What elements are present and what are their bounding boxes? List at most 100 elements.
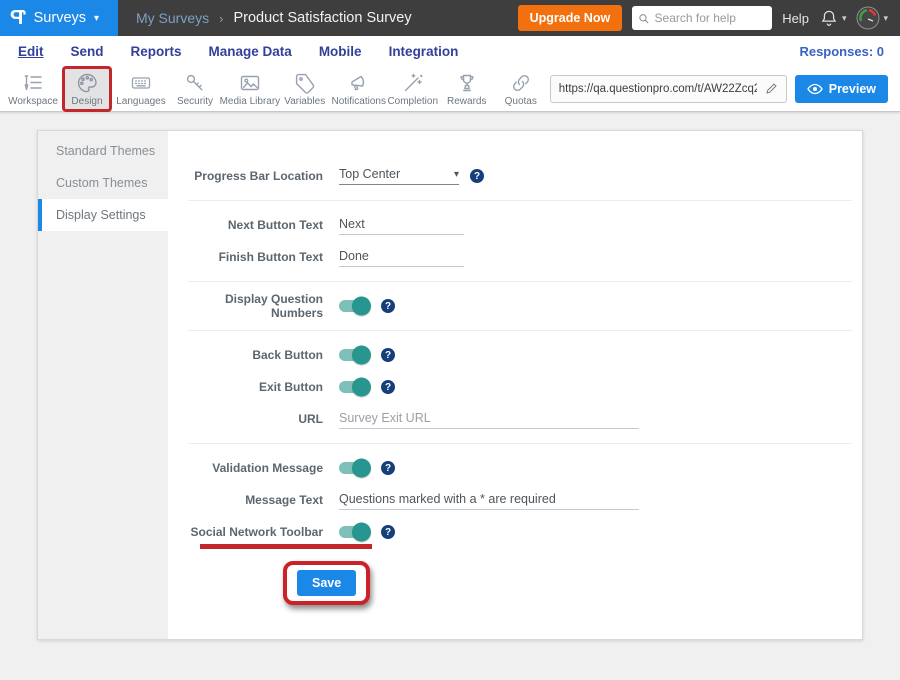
help-search-box[interactable] <box>632 6 772 30</box>
toggle-knob <box>352 297 371 316</box>
upgrade-now-button[interactable]: Upgrade Now <box>518 5 623 31</box>
search-icon <box>638 12 649 25</box>
toolbar-label: Languages <box>116 96 166 107</box>
toolbar-item-quotas[interactable]: Quotas <box>496 66 546 112</box>
exit-button-label: Exit Button <box>188 380 323 394</box>
display-question-numbers-label: Display Question Numbers <box>188 292 323 320</box>
select-value: Top Center <box>339 167 400 181</box>
progress-bar-location-select[interactable]: Top Center ▾ <box>339 167 459 185</box>
help-icon[interactable]: ? <box>381 299 395 313</box>
toolbar-item-rewards[interactable]: Rewards <box>442 66 492 112</box>
security-key-icon <box>183 71 207 95</box>
preview-button[interactable]: Preview <box>795 75 888 103</box>
toolbar-item-variables[interactable]: Variables <box>280 66 330 112</box>
help-icon[interactable]: ? <box>381 461 395 475</box>
page-title: Product Satisfaction Survey <box>233 10 411 26</box>
nav-tab-edit[interactable]: Edit <box>18 44 44 59</box>
toolbar-item-workspace[interactable]: Workspace <box>8 66 58 112</box>
back-button-toggle[interactable] <box>339 349 370 361</box>
sidebar-item-display-settings[interactable]: Display Settings <box>38 199 168 231</box>
toolbar-label: Workspace <box>8 96 58 107</box>
toolbar-item-notifications[interactable]: Notifications <box>334 66 384 112</box>
message-text-row: Message Text <box>188 485 862 515</box>
exit-url-label: URL <box>188 412 323 426</box>
top-header: Ƥ Surveys ▾ My Surveys › Product Satisfa… <box>0 0 900 36</box>
toolbar-item-completion[interactable]: Completion <box>388 66 438 112</box>
nav-tab-send[interactable]: Send <box>71 44 104 59</box>
themes-sidebar: Standard Themes Custom Themes Display Se… <box>38 131 168 639</box>
breadcrumb-parent[interactable]: My Surveys <box>136 10 209 26</box>
next-button-text-row: Next Button Text <box>188 210 862 240</box>
help-icon[interactable]: ? <box>381 348 395 362</box>
nav-tab-manage-data[interactable]: Manage Data <box>209 44 292 59</box>
content-area: Standard Themes Custom Themes Display Se… <box>0 112 900 640</box>
completion-wand-icon <box>401 71 425 95</box>
sidebar-item-custom-themes[interactable]: Custom Themes <box>38 167 168 199</box>
validation-message-toggle[interactable] <box>339 462 370 474</box>
toolbar-item-languages[interactable]: Languages <box>116 66 166 112</box>
save-button[interactable]: Save <box>297 570 356 596</box>
display-question-numbers-toggle[interactable] <box>339 300 370 312</box>
breadcrumb: My Surveys › Product Satisfaction Survey <box>118 0 412 36</box>
notifications-menu[interactable]: ▾ <box>819 8 847 28</box>
help-link[interactable]: Help <box>782 11 809 26</box>
chevron-down-icon: ▾ <box>454 169 459 180</box>
red-highlight-box: Save <box>283 561 370 605</box>
social-network-toolbar-label: Social Network Toolbar <box>188 525 323 539</box>
product-switcher[interactable]: Ƥ Surveys ▾ <box>0 0 118 36</box>
divider <box>188 281 852 282</box>
survey-nav: Edit Send Reports Manage Data Mobile Int… <box>0 36 900 66</box>
toolbar-item-design[interactable]: Design <box>62 66 112 112</box>
toggle-knob <box>352 459 371 478</box>
toolbar-item-media-library[interactable]: Media Library <box>224 66 276 112</box>
avatar <box>856 6 880 30</box>
social-network-toolbar-toggle[interactable] <box>339 526 370 538</box>
next-button-text-input[interactable] <box>339 215 464 235</box>
toolbar-label: Rewards <box>447 96 486 107</box>
toolbar-item-security[interactable]: Security <box>170 66 220 112</box>
validation-message-row: Validation Message ? <box>188 453 862 483</box>
toolbar-label: Completion <box>387 96 438 107</box>
toolbar-label: Media Library <box>220 96 281 107</box>
finish-button-text-label: Finish Button Text <box>188 250 323 264</box>
back-button-label: Back Button <box>188 348 323 362</box>
eye-icon <box>807 83 823 95</box>
survey-url-text: https://qa.questionpro.com/t/AW22Zcq2J <box>559 83 757 95</box>
help-icon[interactable]: ? <box>381 380 395 394</box>
toggle-knob <box>352 346 371 365</box>
chevron-down-icon: ▾ <box>94 13 99 24</box>
media-library-image-icon <box>238 71 262 95</box>
toolbar-label: Variables <box>284 96 325 107</box>
toolbar-label: Notifications <box>332 96 386 107</box>
progress-bar-location-label: Progress Bar Location <box>188 169 323 183</box>
quotas-link-icon <box>509 71 533 95</box>
message-text-input[interactable] <box>339 490 639 510</box>
exit-button-toggle[interactable] <box>339 381 370 393</box>
design-palette-icon <box>75 71 99 95</box>
settings-card: Standard Themes Custom Themes Display Se… <box>37 130 863 640</box>
sidebar-item-standard-themes[interactable]: Standard Themes <box>38 135 168 167</box>
nav-tab-reports[interactable]: Reports <box>131 44 182 59</box>
save-area: Save <box>283 561 862 605</box>
finish-button-text-input[interactable] <box>339 247 464 267</box>
languages-keyboard-icon <box>129 71 153 95</box>
responses-count[interactable]: Responses: 0 <box>799 44 884 59</box>
survey-url-field[interactable]: https://qa.questionpro.com/t/AW22Zcq2J <box>550 75 787 103</box>
account-menu[interactable]: ▾ <box>856 6 888 30</box>
chevron-down-icon: ▾ <box>883 13 888 24</box>
help-icon[interactable]: ? <box>470 169 484 183</box>
nav-tab-integration[interactable]: Integration <box>389 44 459 59</box>
rewards-trophy-icon <box>455 71 479 95</box>
bell-icon <box>819 8 839 28</box>
divider <box>188 330 852 331</box>
exit-url-input[interactable] <box>339 409 639 429</box>
search-input[interactable] <box>655 11 767 25</box>
toolbar-right: https://qa.questionpro.com/t/AW22Zcq2J P… <box>550 75 888 103</box>
next-button-text-label: Next Button Text <box>188 218 323 232</box>
nav-tab-mobile[interactable]: Mobile <box>319 44 362 59</box>
help-icon[interactable]: ? <box>381 525 395 539</box>
finish-button-text-row: Finish Button Text <box>188 242 862 272</box>
divider <box>188 200 852 201</box>
product-menu-label: Surveys <box>34 10 86 26</box>
edit-pencil-icon[interactable] <box>765 82 778 95</box>
